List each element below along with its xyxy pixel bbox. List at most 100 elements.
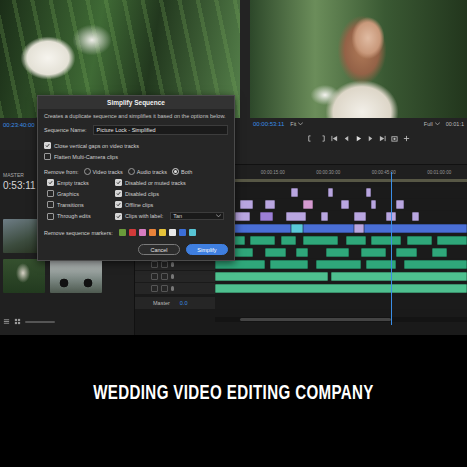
marker-color-swatch[interactable] [139,229,146,236]
clip[interactable] [364,224,467,233]
simplify-button[interactable]: Simplify [186,244,228,255]
timeline-scrollbar[interactable] [215,317,467,322]
mic-icon[interactable] [171,286,174,291]
clip[interactable] [321,212,329,221]
clip[interactable] [432,248,447,257]
step-forward-icon[interactable] [367,135,374,142]
go-to-in-icon[interactable] [331,135,338,142]
remove-from-radio[interactable]: Audio tracks [128,168,167,175]
marker-color-swatch[interactable] [149,229,156,236]
track-toggle[interactable] [151,285,158,292]
track-toggle[interactable] [161,285,168,292]
clip[interactable] [215,260,265,269]
label-dropdown[interactable]: Tan [170,212,224,220]
clip[interactable] [396,200,404,209]
remove-from-radio[interactable]: Video tracks [84,168,123,175]
chevron-icon [298,122,303,126]
add-button-icon[interactable] [403,135,410,142]
clip[interactable] [437,236,467,245]
remove-checkbox[interactable]: Through edits [47,212,115,220]
marker-color-swatch[interactable] [129,229,136,236]
step-back-icon[interactable] [343,135,350,142]
clip[interactable] [260,212,273,221]
track-toggle[interactable] [161,261,168,268]
list-view-icon[interactable] [3,318,10,325]
clip[interactable] [328,188,333,197]
marker-color-swatch[interactable] [159,229,166,236]
clip-thumbnail[interactable] [50,259,102,293]
clip[interactable] [250,236,275,245]
clip[interactable] [303,236,338,245]
clip[interactable] [281,236,296,245]
play-icon[interactable] [355,135,362,142]
clip[interactable] [412,212,420,221]
clip[interactable] [354,224,364,233]
sequence-name-field[interactable]: Picture Lock - Simplified [93,125,229,135]
clip[interactable] [265,248,285,257]
clip[interactable] [396,248,416,257]
mic-icon[interactable] [171,262,174,267]
remove-checkbox[interactable]: Offline clips [115,201,228,208]
clip[interactable] [316,260,361,269]
marker-color-swatch[interactable] [179,229,186,236]
remove-checkbox[interactable]: Disabled or muted tracks [115,179,228,186]
check-icon [116,214,121,219]
clip[interactable] [286,212,306,221]
remove-checkbox[interactable]: Empty tracks [47,179,115,186]
clip[interactable] [354,212,367,221]
clip[interactable] [361,248,386,257]
clip[interactable] [215,284,467,293]
clip[interactable] [291,224,304,233]
go-to-out-icon[interactable] [379,135,386,142]
marker-color-swatch[interactable] [169,229,176,236]
icon-view-icon[interactable] [14,318,21,325]
clip[interactable] [366,188,371,197]
clip[interactable] [303,224,353,233]
track-toggle[interactable] [151,261,158,268]
clip-thumbnail[interactable] [3,259,45,293]
clip[interactable] [331,272,467,281]
remove-checkbox[interactable]: Clips with label:Tan [115,212,228,220]
clip[interactable] [240,200,253,209]
marker-color-swatch[interactable] [189,229,196,236]
clip[interactable] [265,200,275,209]
playhead[interactable] [391,172,392,325]
clip[interactable] [296,248,309,257]
mark-in-icon[interactable] [307,135,314,142]
option-checkbox[interactable]: Close vertical gaps on video tracks [44,142,228,149]
option-checkbox[interactable]: Flatten Multi-Camera clips [44,153,228,160]
clip[interactable] [291,188,299,197]
track-lane [215,271,467,282]
export-frame-icon[interactable] [391,135,398,142]
track-lane [215,259,467,270]
clip[interactable] [270,260,308,269]
clip[interactable] [371,236,401,245]
remove-checkbox[interactable]: Graphics [47,190,115,197]
clip[interactable] [326,248,349,257]
remove-checkbox[interactable]: Disabled clips [115,190,228,197]
program-timecode: 00:00:53:11 [253,121,284,127]
cancel-button[interactable]: Cancel [138,244,180,255]
track-toggle[interactable] [151,273,158,280]
promo-image: 00:23:40:0000:00:53:11Fit Full 00:01:1MA… [0,0,467,467]
check-icon [48,180,53,185]
mark-out-icon[interactable] [319,135,326,142]
clip[interactable] [346,236,366,245]
clip[interactable] [215,272,328,281]
zoom-slider[interactable] [25,321,55,323]
clip[interactable] [303,200,313,209]
clip[interactable] [235,212,250,221]
track-toggle[interactable] [161,273,168,280]
dialog-title: Simplify Sequence [38,96,234,109]
clip[interactable] [407,236,432,245]
remove-from-radio[interactable]: Both [172,168,192,175]
quality-dropdown[interactable]: Full [424,121,440,127]
mic-icon[interactable] [171,274,174,279]
clip[interactable] [341,200,349,209]
master-value[interactable]: 0.0 [180,300,188,306]
clip[interactable] [371,200,376,209]
remove-checkbox[interactable]: Transitions [47,201,115,208]
clip[interactable] [404,260,467,269]
fit-dropdown[interactable]: Fit [290,121,303,127]
marker-color-swatch[interactable] [119,229,126,236]
